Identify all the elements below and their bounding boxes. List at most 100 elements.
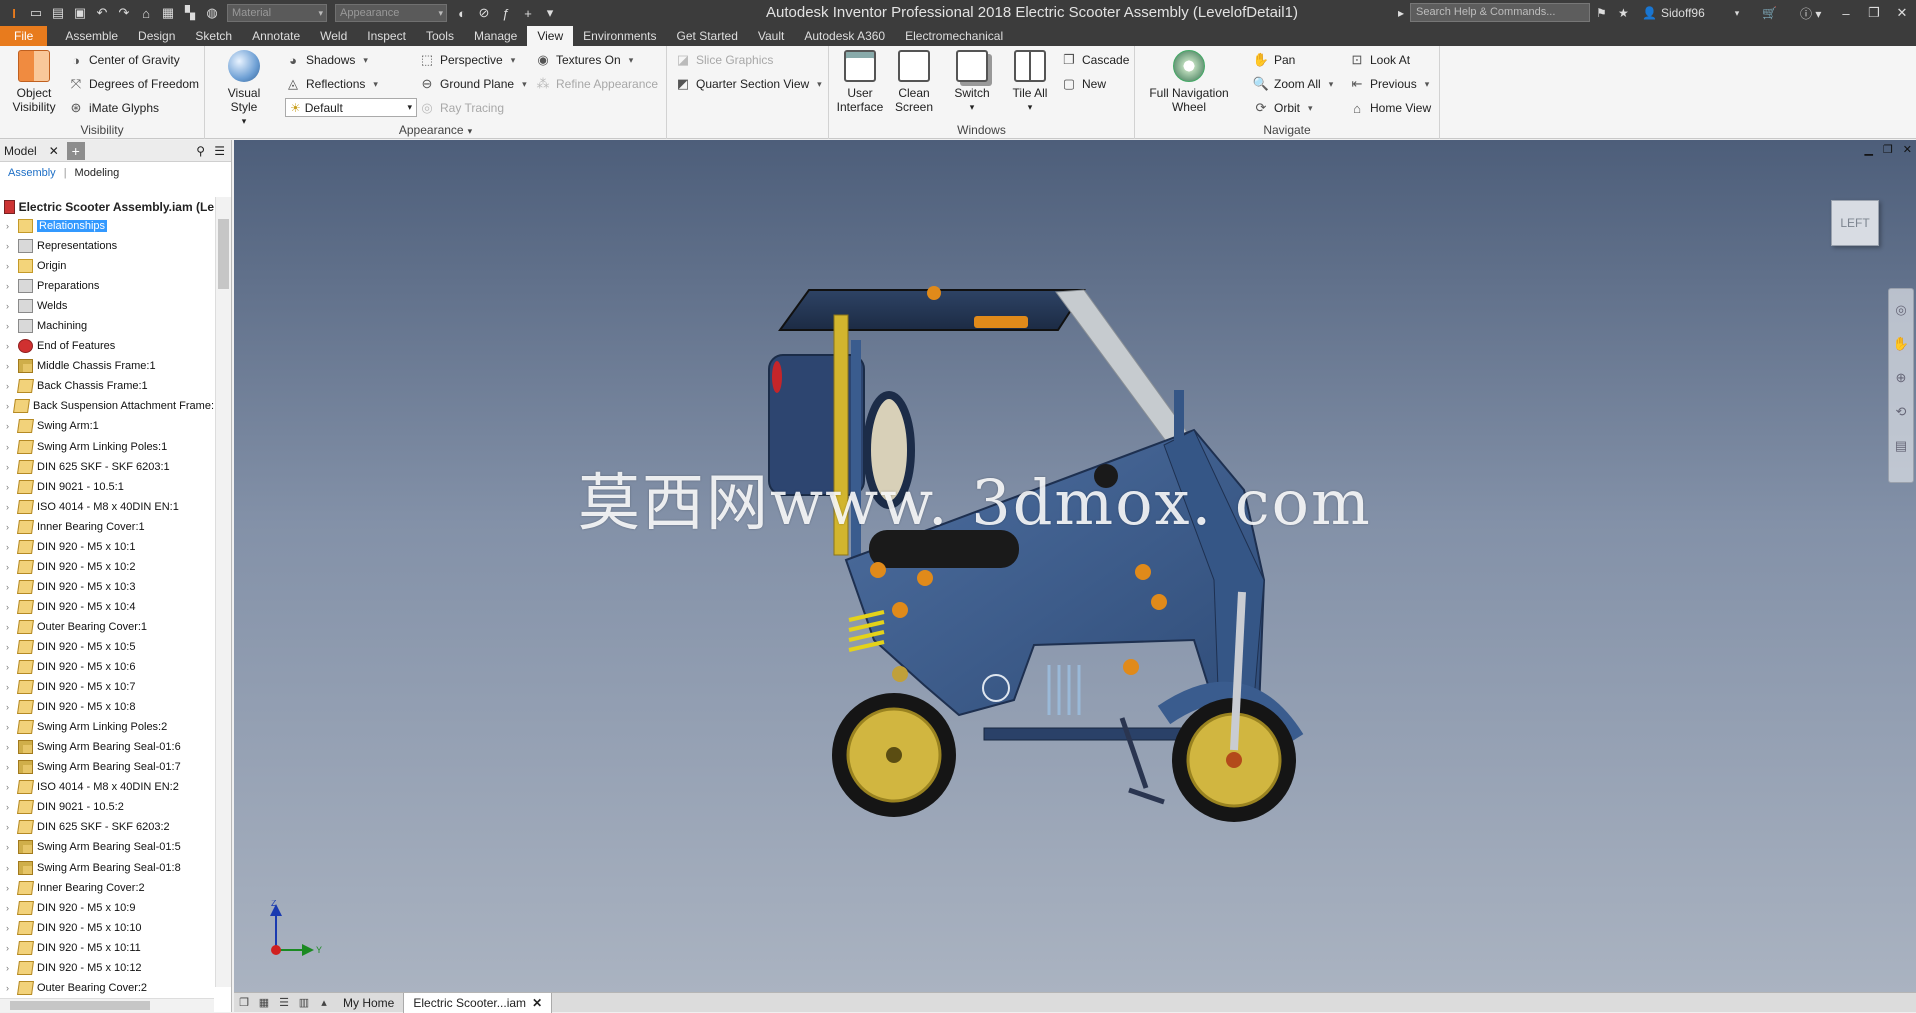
tab-manage[interactable]: Manage [464,26,527,46]
expand-chevron-icon[interactable]: › [6,321,16,331]
expand-chevron-icon[interactable]: › [6,442,16,452]
clear-appearance-icon[interactable]: ⊘ [474,3,494,23]
tile-vertical-icon[interactable]: ▥ [294,993,314,1013]
tree-root[interactable]: Electric Scooter Assembly.iam (Le [0,197,214,216]
clean-screen-button[interactable]: Clean Screen [891,50,937,114]
home-icon[interactable]: ⌂ [136,3,156,23]
tree-node[interactable]: › Welds [0,296,214,316]
user-menu[interactable]: 👤 Sidoff96 ▾ [1642,0,1739,26]
select-icon[interactable]: ▚ [180,3,200,23]
expand-chevron-icon[interactable]: › [6,241,16,251]
expand-chevron-icon[interactable]: › [6,401,12,411]
tree-node[interactable]: › Swing Arm Bearing Seal-01:6 [0,737,214,757]
tile-windows-icon[interactable]: ▦ [254,993,274,1013]
full-navigation-wheel-button[interactable]: Full Navigation Wheel [1141,50,1237,114]
adjust-appearance-icon[interactable]: ◐ [452,3,472,23]
new-window-button[interactable]: ▢ New [1061,74,1106,94]
expand-chevron-icon[interactable]: › [6,702,16,712]
settings-icon[interactable]: ◍ [202,3,222,23]
expand-chevron-icon[interactable]: › [6,502,16,512]
browser-menu-icon[interactable]: ☰ [214,144,225,158]
tree-node[interactable]: › DIN 920 - M5 x 10:9 [0,898,214,918]
expand-chevron-icon[interactable]: › [6,281,16,291]
cart-icon[interactable]: 🛒 [1762,0,1777,26]
tree-node[interactable]: › Back Suspension Attachment Frame: [0,396,214,416]
favorites-icon[interactable]: ★ [1618,0,1629,26]
home-view-button[interactable]: ⌂ Home View [1349,98,1431,118]
expand-chevron-icon[interactable]: › [6,622,16,632]
expand-chevron-icon[interactable]: › [6,582,16,592]
expand-chevron-icon[interactable]: › [6,662,16,672]
document-tab[interactable]: Electric Scooter...iam ✕ [403,992,553,1013]
browser-vertical-scrollbar[interactable] [215,197,231,987]
tree-node[interactable]: › End of Features [0,336,214,356]
lighting-style-select[interactable]: ☀ Default ▾ [285,98,417,117]
expand-chevron-icon[interactable]: › [6,562,16,572]
appearance-select[interactable]: Appearance [335,4,447,22]
expand-chevron-icon[interactable]: › [6,822,16,832]
browser-search-icon[interactable]: ⚲ [196,144,205,158]
expand-chevron-icon[interactable]: › [6,361,16,371]
model-tab[interactable]: Model [4,144,37,158]
expand-chevron-icon[interactable]: › [6,722,16,732]
expand-chevron-icon[interactable]: › [6,522,16,532]
tree-node[interactable]: › DIN 920 - M5 x 10:8 [0,697,214,717]
tab-vault[interactable]: Vault [748,26,794,46]
tab-assemble[interactable]: Assemble [55,26,128,46]
ray-tracing-button[interactable]: ◎ Ray Tracing [419,98,504,118]
user-interface-button[interactable]: User Interface [835,50,885,114]
tree-node[interactable]: › DIN 920 - M5 x 10:2 [0,557,214,577]
print-icon[interactable]: ▦ [158,3,178,23]
expand-chevron-icon[interactable]: › [6,682,16,692]
sign-in-icon[interactable]: ⚑ [1596,0,1607,26]
tree-node[interactable]: › DIN 920 - M5 x 10:6 [0,657,214,677]
tab-list-icon[interactable]: ▴ [314,993,334,1013]
expand-chevron-icon[interactable]: › [6,883,16,893]
material-select[interactable]: Material [227,4,327,22]
tab-autodesk-a360[interactable]: Autodesk A360 [794,26,895,46]
shadows-button[interactable]: ◕ Shadows ▾ [285,50,368,70]
pan-button[interactable]: ✋ Pan [1253,50,1295,70]
tree-node[interactable]: › Swing Arm:1 [0,416,214,436]
expand-chevron-icon[interactable]: › [6,983,16,993]
help-icon[interactable]: ⓘ ▾ [1800,0,1821,26]
customize-icon[interactable]: ▾ [540,3,560,23]
tree-node[interactable]: › Swing Arm Linking Poles:1 [0,437,214,457]
app-menu-icon[interactable]: I [4,3,24,23]
appearance-panel-label[interactable]: Appearance ▾ [205,123,666,137]
minimize-icon[interactable]: – [1832,0,1860,26]
center-of-gravity-button[interactable]: ◑ Center of Gravity [68,50,180,70]
object-visibility-button[interactable]: Object Visibility [6,50,62,114]
tree-node[interactable]: › DIN 920 - M5 x 10:4 [0,597,214,617]
open-file-icon[interactable]: ▤ [48,3,68,23]
add-browser-tab-icon[interactable]: + [66,141,85,160]
graphics-viewport[interactable]: ▁ ❐ ✕ LEFT ◎ ✋ ⊕ ⟲ ▤ 莫西网www. 3dmox. com … [234,140,1916,992]
expand-chevron-icon[interactable]: › [6,782,16,792]
expand-chevron-icon[interactable]: › [6,261,16,271]
expand-chevron-icon[interactable]: › [6,421,16,431]
expand-chevron-icon[interactable]: › [6,842,16,852]
redo-icon[interactable]: ↷ [114,3,134,23]
undo-icon[interactable]: ↶ [92,3,112,23]
tile-all-button[interactable]: Tile All ▾ [1005,50,1055,114]
close-icon[interactable]: ✕ [1888,0,1916,26]
my-home-tab[interactable]: My Home [334,993,403,1013]
zoom-all-button[interactable]: 🔍 Zoom All ▾ [1253,74,1333,94]
browser-hscroll-thumb[interactable] [10,1001,150,1010]
imate-glyphs-button[interactable]: ⊛ iMate Glyphs [68,98,159,118]
tree-node[interactable]: › Swing Arm Bearing Seal-01:7 [0,757,214,777]
tab-inspect[interactable]: Inspect [357,26,416,46]
tab-annotate[interactable]: Annotate [242,26,310,46]
tab-electromechanical[interactable]: Electromechanical [895,26,1013,46]
reflections-button[interactable]: ◬ Reflections ▾ [285,74,378,94]
tree-node[interactable]: › ISO 4014 - M8 x 40DIN EN:1 [0,497,214,517]
expand-chevron-icon[interactable]: › [6,802,16,812]
switch-button[interactable]: Switch ▾ [947,50,997,114]
tab-design[interactable]: Design [128,26,185,46]
tab-environments[interactable]: Environments [573,26,666,46]
tree-node[interactable]: › Middle Chassis Frame:1 [0,356,214,376]
previous-view-button[interactable]: ⇤ Previous ▾ [1349,74,1430,94]
tile-horizontal-icon[interactable]: ☰ [274,993,294,1013]
tree-node[interactable]: › DIN 920 - M5 x 10:3 [0,577,214,597]
orbit-button[interactable]: ⟳ Orbit ▾ [1253,98,1313,118]
